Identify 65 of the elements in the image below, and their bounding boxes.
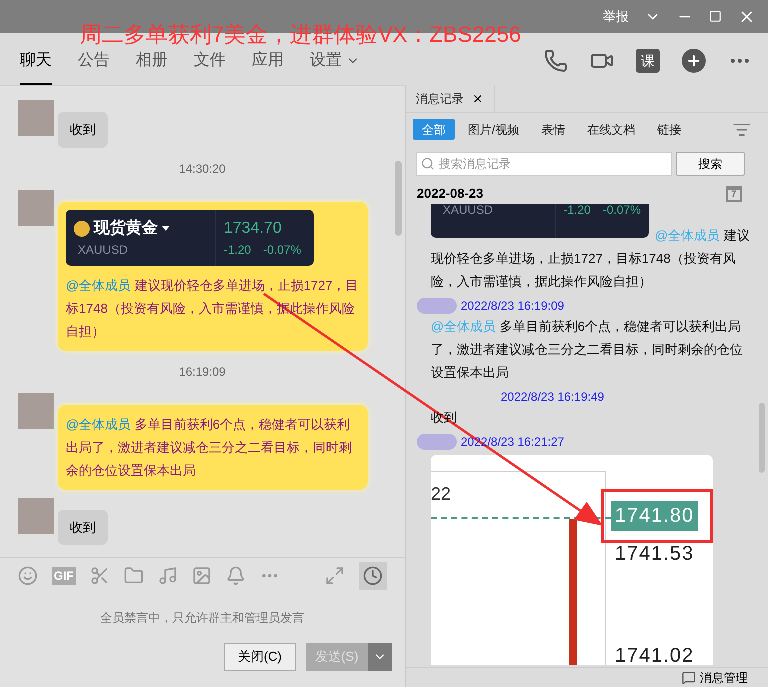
- instrument-name: 现货黄金: [94, 218, 158, 238]
- axis-label: 22: [431, 482, 452, 506]
- message-bubble: 收到: [58, 112, 108, 148]
- phone-icon[interactable]: [544, 49, 568, 73]
- timestamp: 14:30:20: [179, 160, 226, 178]
- message-text: @全体成员 多单目前获利6个点，稳健者可以获利出局了，激进者建议减仓三分之二看目标，同时剩余的仓位设置保本出局: [66, 416, 353, 480]
- tab[interactable]: 相册: [136, 49, 168, 85]
- filter-tab[interactable]: 链接: [648, 119, 690, 140]
- avatar: [417, 298, 457, 314]
- filter-tab[interactable]: 表情: [532, 119, 574, 140]
- price: 1734.70: [224, 218, 283, 238]
- history-button[interactable]: [359, 562, 387, 590]
- instrument-symbol: XAUUSD: [78, 242, 130, 258]
- panel-tab[interactable]: 消息记录: [406, 85, 495, 112]
- axis-tick: 1741.02: [614, 644, 696, 664]
- send-options-button[interactable]: [368, 643, 392, 671]
- caret-icon: [162, 226, 170, 231]
- tab[interactable]: 设置: [310, 49, 360, 85]
- price-change: -1.20: [564, 204, 591, 218]
- message-text: @全体成员 建议现价轻仓多单进场，止损1727，目标1748（投资有风险，入市需谨慎，据此操作风险自担）: [431, 226, 751, 290]
- price-change: -1.20: [224, 242, 252, 258]
- add-icon[interactable]: [682, 49, 706, 73]
- message-time: 2022/8/23 16:19:09: [461, 298, 564, 314]
- date-heading: 2022-08-23: [417, 185, 484, 203]
- close-button[interactable]: 关闭(C): [224, 643, 296, 671]
- avatar: [18, 498, 54, 534]
- instrument-symbol: XAUUSD: [443, 204, 494, 218]
- message-icon[interactable]: [682, 670, 696, 684]
- message-text: 收到: [431, 408, 458, 426]
- tab[interactable]: 公告: [78, 49, 110, 85]
- search-button[interactable]: 搜索: [676, 152, 745, 176]
- filter-tab[interactable]: 在线文档: [578, 119, 644, 140]
- tab[interactable]: 应用: [252, 49, 284, 85]
- expand-icon[interactable]: [325, 566, 345, 586]
- message-time: 2022/8/23 16:19:49: [501, 388, 604, 406]
- close-icon[interactable]: [472, 92, 484, 104]
- folder-icon[interactable]: [124, 566, 144, 586]
- message-bubble: 收到: [58, 510, 108, 545]
- bell-icon[interactable]: [226, 566, 246, 586]
- message-text: @全体成员 多单目前获利6个点，稳健者可以获利出局了，激进者建议减仓三分之二看目标，同时剩余的仓位设置保本出局: [431, 318, 744, 382]
- avatar: [18, 100, 54, 136]
- timestamp: 16:19:09: [179, 364, 226, 380]
- mute-notice: 全员禁言中，只允许群主和管理员发言: [100, 610, 304, 627]
- message-management-link[interactable]: 消息管理: [700, 668, 748, 686]
- filter-tab[interactable]: 图片/视频: [459, 119, 528, 140]
- coin-icon: [74, 220, 90, 236]
- percent-change: -0.07%: [263, 242, 302, 258]
- image-icon[interactable]: [192, 566, 212, 586]
- music-icon[interactable]: [158, 566, 178, 586]
- avatar: [417, 434, 457, 450]
- axis-tick: 1741.53: [614, 542, 696, 566]
- tab[interactable]: 文件: [194, 49, 226, 85]
- scissors-icon[interactable]: [90, 566, 110, 586]
- maximize-icon[interactable]: [709, 10, 722, 23]
- report-button[interactable]: 举报: [603, 6, 629, 26]
- avatar: [18, 190, 54, 226]
- scrollbar-thumb[interactable]: [759, 403, 765, 473]
- current-price-label: 1741.80: [611, 500, 698, 530]
- search-field[interactable]: 搜索消息记录: [416, 152, 672, 176]
- avatar: [18, 392, 54, 428]
- percent-change: -0.07%: [602, 204, 641, 218]
- course-button[interactable]: 课: [636, 49, 660, 73]
- search-icon: [421, 157, 435, 171]
- emoji-icon[interactable]: [18, 566, 38, 586]
- scrollbar-thumb[interactable]: [395, 161, 402, 236]
